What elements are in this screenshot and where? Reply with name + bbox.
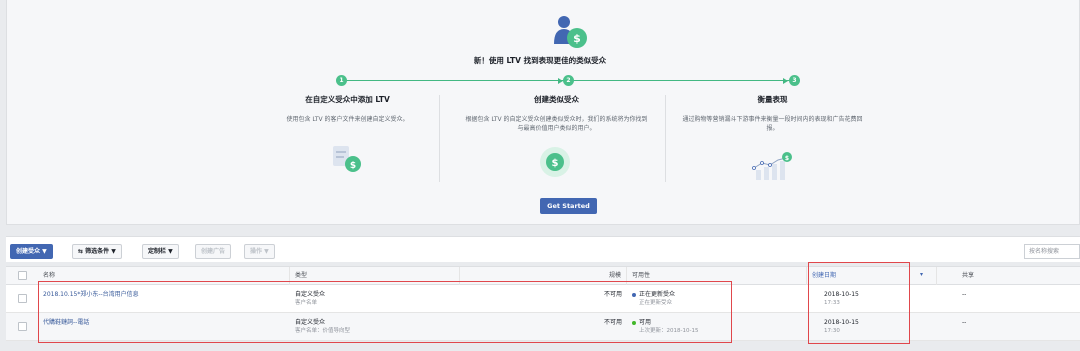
- annotation-highlight-date: [808, 262, 910, 344]
- banner-headline: 新！使用 LTV 找到表现更佳的类似受众: [473, 56, 607, 65]
- lookalike-value-icon: $: [540, 147, 570, 177]
- share-value: --: [962, 291, 967, 298]
- divider: [439, 95, 440, 182]
- customize-columns-button[interactable]: 定制栏 ▼: [142, 244, 179, 259]
- step-2-column: 创建类似受众 根据包含 LTV 的自定义受众创建类似受众时，我们的系统将为你找到…: [444, 94, 669, 133]
- customer-file-icon: $: [333, 146, 361, 172]
- filter-button[interactable]: ⇆ 筛选条件 ▼: [72, 244, 122, 259]
- step-description: 通过购物等营销漏斗下游事件来衡量一段时间内的表现和广告花费回报。: [682, 116, 863, 132]
- step-description: 根据包含 LTV 的自定义受众创建类似受众时，我们的系统将为你找到与最高价值用户…: [465, 116, 648, 132]
- row-checkbox[interactable]: [18, 322, 27, 331]
- audience-ltv-icon: $: [554, 16, 587, 48]
- performance-chart-icon: $: [752, 152, 792, 180]
- column-share[interactable]: 共享: [957, 267, 1077, 285]
- step-1-column: 在自定义受众中添加 LTV 使用包含 LTV 的客户文件来创建自定义受众。: [235, 94, 460, 124]
- svg-text:$: $: [573, 32, 581, 45]
- audience-toolbar: 创建受众 ▼ ⇆ 筛选条件 ▼ 定制栏 ▼ 创建广告 操作 ▼ 按名称搜索: [6, 236, 1080, 262]
- select-all-checkbox[interactable]: [18, 271, 27, 280]
- create-ad-button[interactable]: 创建广告: [195, 244, 232, 259]
- step-3-column: 衡量表现 通过购物等营销漏斗下游事件来衡量一段时间内的表现和广告花费回报。: [660, 94, 885, 133]
- step-title: 创建类似受众: [534, 95, 579, 104]
- step-1-badge: 1: [336, 75, 347, 86]
- row-checkbox[interactable]: [18, 294, 27, 303]
- step-title: 在自定义受众中添加 LTV: [305, 95, 390, 104]
- svg-text:$: $: [552, 158, 559, 169]
- svg-text:$: $: [350, 161, 356, 171]
- sort-desc-icon[interactable]: ▾: [920, 271, 923, 278]
- get-started-button[interactable]: Get Started: [540, 198, 597, 214]
- step-2-badge: 2: [563, 75, 574, 86]
- share-value: --: [962, 319, 967, 326]
- step-description: 使用包含 LTV 的客户文件来创建自定义受众。: [286, 116, 409, 123]
- actions-button[interactable]: 操作 ▼: [244, 244, 275, 259]
- step-title: 衡量表现: [757, 95, 788, 104]
- create-audience-button[interactable]: 创建受众 ▼: [10, 244, 53, 259]
- step-3-badge: 3: [789, 75, 800, 86]
- search-input[interactable]: 按名称搜索: [1024, 244, 1080, 259]
- svg-text:$: $: [785, 155, 789, 162]
- arrow-icon: [783, 78, 788, 84]
- annotation-highlight-rows: [38, 281, 732, 343]
